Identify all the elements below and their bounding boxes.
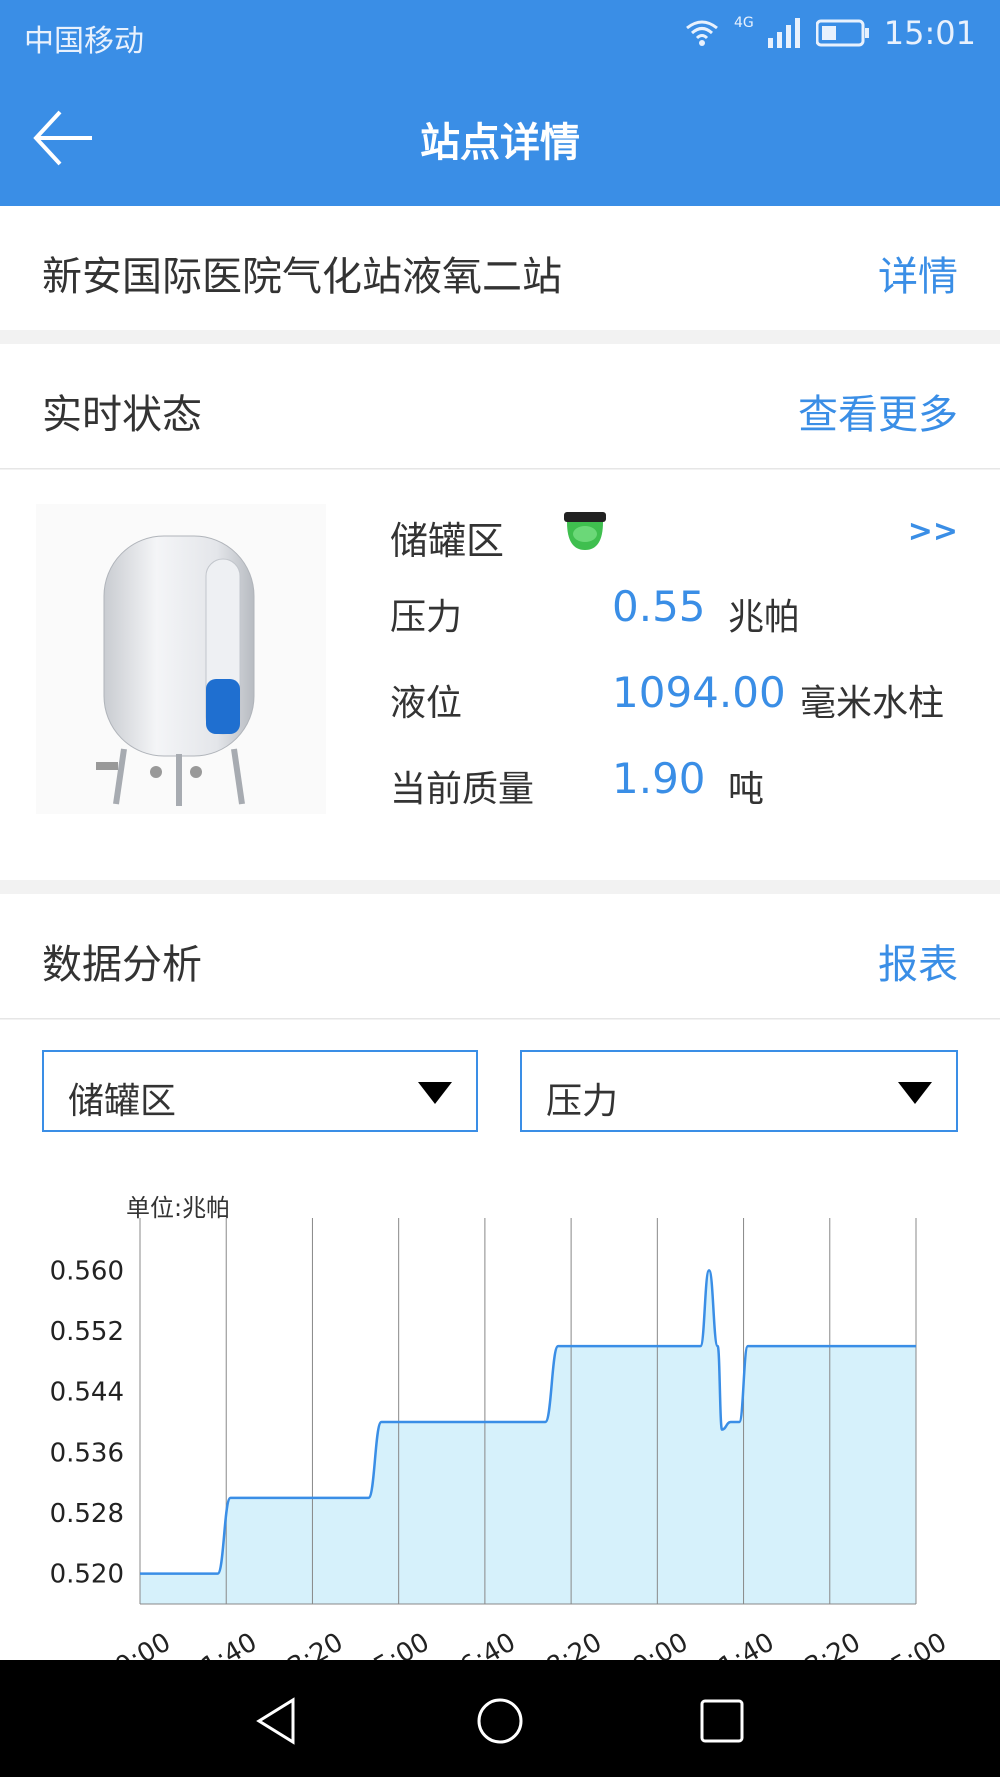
mass-unit: 吨 xyxy=(728,769,765,810)
area-label: 储罐区 xyxy=(390,519,505,563)
page-title: 站点详情 xyxy=(420,120,580,166)
level-label: 液位 xyxy=(390,683,463,724)
chart-y-tick-label: 0.560 xyxy=(50,1256,124,1286)
chart-area-fill xyxy=(140,1270,916,1604)
realtime-title: 实时状态 xyxy=(42,392,202,438)
station-details-link[interactable]: 详情 xyxy=(878,244,958,302)
level-unit: 毫米水柱 xyxy=(800,683,945,724)
chart-y-tick-label: 0.520 xyxy=(50,1560,124,1590)
chart-x-tick-label: 03:20 xyxy=(268,1627,348,1660)
chart-x-tick-label: 08:20 xyxy=(527,1627,607,1660)
chart-y-tick-label: 0.536 xyxy=(50,1438,124,1468)
signal-icon xyxy=(767,18,800,48)
level-value: 1094.00 xyxy=(612,668,786,717)
report-link[interactable]: 报表 xyxy=(878,932,958,990)
analysis-section-header: 数据分析 报表 xyxy=(0,894,1000,1019)
status-bar: 中国移动 4G 15:01 xyxy=(0,0,1000,70)
area-detail-arrows[interactable]: >> xyxy=(908,514,958,549)
chart-y-tick-label: 0.544 xyxy=(50,1378,124,1408)
wifi-icon xyxy=(686,20,718,46)
realtime-section-header: 实时状态 查看更多 xyxy=(0,344,1000,469)
battery-icon xyxy=(815,19,869,47)
storage-tank-image xyxy=(36,504,326,814)
chart-x-tick-label: 13:20 xyxy=(786,1627,866,1660)
pressure-label: 压力 xyxy=(390,597,463,638)
pressure-value: 0.55 xyxy=(612,582,706,631)
analysis-title: 数据分析 xyxy=(42,942,202,988)
chart-x-tick-label: 15:00 xyxy=(872,1627,952,1660)
chart-y-tick-label: 0.528 xyxy=(50,1499,124,1529)
pressure-chart: 单位:兆帕 0.560 0.552 0.544 0.536 0.528 0.520 00:0… xyxy=(50,1194,952,1660)
chart-x-tick-label: 01:40 xyxy=(182,1627,262,1660)
chart-x-tick-label: 11:40 xyxy=(700,1627,780,1660)
pressure-unit: 兆帕 xyxy=(728,597,801,638)
view-more-link[interactable]: 查看更多 xyxy=(798,382,958,440)
carrier-name: 中国移动 xyxy=(24,24,144,59)
nav-home-icon[interactable] xyxy=(475,1696,525,1746)
chart-x-tick-label: 00:00 xyxy=(96,1627,176,1660)
system-nav-bar xyxy=(0,1660,1000,1777)
mass-label: 当前质量 xyxy=(390,769,535,810)
clock: 15:01 xyxy=(883,14,976,52)
station-card: 新安国际医院气化站液氧二站 详情 xyxy=(0,206,1000,330)
realtime-panel: 储罐区 >> 压力 0.55 兆帕 液位 1094.00 毫米水柱 当前质量 1… xyxy=(0,470,1000,880)
chart-x-tick-label: 05:00 xyxy=(355,1627,435,1660)
nav-recents-icon[interactable] xyxy=(697,1696,747,1746)
chart-unit-label: 单位:兆帕 xyxy=(126,1194,230,1222)
network-type: 4G xyxy=(734,15,754,31)
chart-x-tick-label: 06:40 xyxy=(441,1627,521,1660)
chart-y-tick-label: 0.552 xyxy=(50,1317,124,1347)
mass-value: 1.90 xyxy=(612,754,706,803)
station-name: 新安国际医院气化站液氧二站 xyxy=(42,254,562,300)
app-bar: 站点详情 xyxy=(0,70,1000,206)
chart-x-tick-label: 10:00 xyxy=(613,1627,693,1660)
nav-back-icon[interactable] xyxy=(253,1696,303,1746)
status-light-icon xyxy=(564,512,606,550)
analysis-panel: 储罐区 压力 单位:兆帕 0.560 0.552 0.544 0.536 0.528 0.… xyxy=(0,1020,1000,1660)
